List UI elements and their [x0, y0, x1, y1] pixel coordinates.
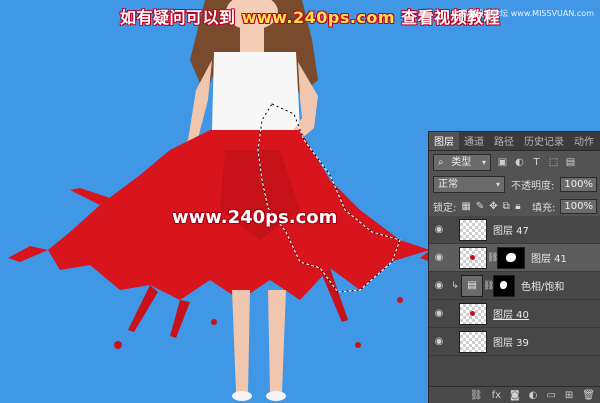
layer-row[interactable]: ◉ 图层 47 — [429, 216, 600, 244]
layer-name: 图层 39 — [493, 338, 529, 349]
layer-thumbnail — [459, 302, 487, 325]
fill-input[interactable]: 100% — [560, 198, 597, 214]
filter-pixel-icon[interactable]: ▣ — [497, 157, 508, 168]
trash-icon[interactable]: 🗑︎ — [582, 390, 595, 401]
banner-text-before: 如有疑问可以到 — [120, 8, 236, 27]
layer-row[interactable]: ◉ 图层 39 — [429, 328, 600, 356]
blend-mode-label: 正常 — [438, 178, 458, 190]
fx-icon[interactable]: fx — [492, 390, 501, 401]
tab-history[interactable]: 历史记录 — [519, 132, 569, 150]
layer-thumbnail — [459, 218, 487, 241]
layer-name: 图层 40 — [493, 310, 529, 321]
clip-arrow-icon: ↳ — [451, 280, 459, 291]
tab-paths[interactable]: 路径 — [489, 132, 519, 150]
eye-icon[interactable]: ◉ — [429, 308, 449, 319]
layer-name: 色相/饱和 — [521, 282, 565, 293]
opacity-label: 不透明度: — [511, 180, 555, 192]
panel-bottom-bar: ⛓ fx ◙ ◐ ▭ ⊞ 🗑︎ — [429, 386, 600, 403]
lock-row: 锁定: ▦ ✎ ✥ ⧉ 🔒︎ 填充: 100% — [429, 195, 600, 217]
layer-mask-thumbnail[interactable] — [497, 246, 525, 269]
eye-icon[interactable]: ◉ — [429, 224, 449, 235]
adjustment-icon[interactable]: ◐ — [529, 390, 538, 401]
eye-icon[interactable]: ◉ — [429, 280, 449, 291]
blend-mode-select[interactable]: 正常 ▾ — [433, 175, 506, 193]
layer-list: ◉ 图层 47 ◉ ⛓ 图层 41 ◉ ↳ ▤ ⛓ 色相/饱和 ◉ 图层 40 — [429, 216, 600, 386]
group-icon[interactable]: ▭ — [546, 390, 555, 401]
layer-thumbnail — [459, 330, 487, 353]
new-layer-icon[interactable]: ⊞ — [565, 390, 573, 401]
lock-label: 锁定: — [433, 202, 457, 214]
lock-move-icon[interactable]: ✥ — [489, 200, 497, 212]
link-icon: ⛓ — [483, 280, 495, 291]
layer-thumbnail — [459, 246, 487, 269]
link-icon: ⛓ — [487, 252, 499, 263]
chevron-down-icon: ▾ — [481, 157, 486, 167]
layer-row-selected[interactable]: ◉ ⛓ 图层 41 — [429, 244, 600, 272]
search-icon: ⌕ — [438, 156, 444, 168]
center-watermark: www.240ps.com — [172, 207, 338, 228]
fill-label: 填充: — [532, 202, 556, 214]
layer-name: 图层 41 — [531, 254, 567, 265]
tab-layers[interactable]: 图层 — [429, 132, 459, 150]
banner-site: www.240ps.com — [241, 8, 396, 27]
lock-artboard-icon[interactable]: ⧉ — [503, 200, 510, 212]
tab-actions[interactable]: 动作 — [569, 132, 599, 150]
blend-row: 正常 ▾ 不透明度: 100% — [429, 173, 600, 195]
chevron-down-icon: ▾ — [496, 179, 501, 189]
filter-shape-icon[interactable]: ⬚ — [548, 157, 559, 168]
filter-smart-object-icon[interactable]: ▤ — [565, 157, 576, 168]
link-icon[interactable]: ⛓ — [470, 390, 483, 401]
opacity-input[interactable]: 100% — [560, 176, 597, 192]
layer-row[interactable]: ◉ 图层 40 — [429, 300, 600, 328]
lock-transparent-icon[interactable]: ▦ — [461, 200, 470, 212]
layer-name: 图层 47 — [493, 226, 529, 237]
eye-icon[interactable]: ◉ — [429, 336, 449, 347]
filter-row: ⌕ 类型 ▾ ▣ ◐ T ⬚ ▤ — [429, 151, 600, 173]
panel-tabs: 图层 通道 路径 历史记录 动作 — [429, 132, 600, 151]
filter-type-icon[interactable]: T — [531, 157, 542, 168]
lock-brush-icon[interactable]: ✎ — [476, 200, 484, 212]
eye-icon[interactable]: ◉ — [429, 252, 449, 263]
filter-adjustment-icon[interactable]: ◐ — [514, 157, 525, 168]
filter-kind-label: 类型 — [451, 156, 472, 168]
corner-watermark: 思缘设计论坛 www.MISSVUAN.com — [460, 9, 594, 18]
add-mask-icon[interactable]: ◙ — [510, 390, 520, 401]
layer-row[interactable]: ◉ ↳ ▤ ⛓ 色相/饱和 — [429, 272, 600, 300]
layer-mask-thumbnail[interactable] — [493, 274, 515, 297]
adjustment-thumbnail: ▤ — [461, 274, 483, 297]
lock-all-icon[interactable]: 🔒︎ — [515, 200, 521, 212]
tab-channels[interactable]: 通道 — [459, 132, 489, 150]
filter-kind-select[interactable]: ⌕ 类型 ▾ — [433, 153, 491, 171]
layers-panel: 图层 通道 路径 历史记录 动作 ⌕ 类型 ▾ ▣ ◐ T ⬚ ▤ 正常 ▾ 不… — [428, 131, 600, 403]
